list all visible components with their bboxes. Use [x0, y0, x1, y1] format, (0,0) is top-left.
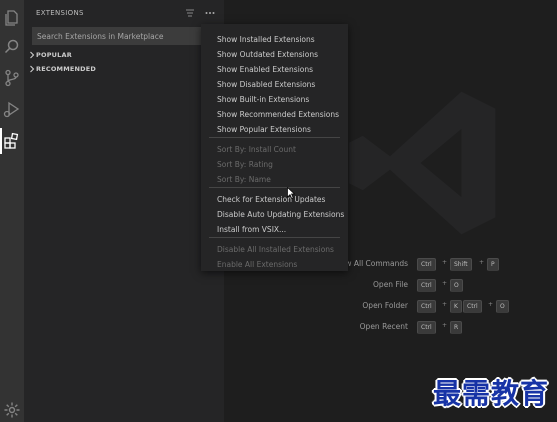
keycap: O	[450, 279, 463, 292]
menu-item[interactable]: Show Installed Extensions	[217, 35, 315, 44]
more-actions-icon[interactable]	[204, 7, 216, 19]
menu-item[interactable]: Show Enabled Extensions	[217, 65, 313, 74]
shortcut-row: Open Folder Ctrl + K Ctrl + O	[224, 300, 557, 313]
keycap: K	[450, 300, 462, 313]
section-recommended[interactable]: RECOMMENDED	[24, 62, 224, 76]
menu-item[interactable]: Show Popular Extensions	[217, 125, 311, 134]
search-icon[interactable]	[2, 37, 22, 57]
section-label: RECOMMENDED	[36, 65, 96, 73]
extensions-sidebar: EXTENSIONS POPULAR RECOMMENDED	[24, 0, 224, 422]
menu-item[interactable]: Show Recommended Extensions	[217, 110, 339, 119]
chevron-right-icon	[28, 50, 36, 60]
run-debug-icon[interactable]	[2, 99, 22, 119]
menu-item: Enable All Extensions	[217, 260, 298, 269]
keycap: Shift	[450, 258, 472, 271]
menu-separator	[209, 137, 340, 138]
menu-item[interactable]: Disable Auto Updating Extensions	[217, 210, 344, 219]
key-separator: +	[479, 259, 485, 266]
menu-item[interactable]: Install from VSIX...	[217, 225, 286, 234]
extensions-more-actions-menu: Show Installed Extensions Show Outdated E…	[201, 24, 348, 271]
keycap: Ctrl	[463, 300, 482, 313]
shortcut-label[interactable]: Open Recent	[360, 322, 408, 331]
keycap: Ctrl	[417, 258, 436, 271]
menu-item: Sort By: Install Count	[217, 145, 296, 154]
chevron-right-icon	[28, 64, 36, 74]
menu-item[interactable]: Check for Extension Updates	[217, 195, 325, 204]
key-separator: +	[442, 301, 448, 308]
shortcut-label[interactable]: Open File	[373, 280, 408, 289]
shortcut-label[interactable]: w All Commands	[345, 259, 408, 268]
menu-item: Sort By: Name	[217, 175, 271, 184]
shortcut-row: Open Recent Ctrl + R	[224, 321, 557, 334]
keycap: R	[450, 321, 463, 334]
key-separator: +	[442, 322, 448, 329]
key-separator: +	[442, 259, 448, 266]
section-popular[interactable]: POPULAR	[24, 48, 224, 62]
keycap: O	[496, 300, 509, 313]
key-separator: +	[488, 301, 494, 308]
menu-item: Disable All Installed Extensions	[217, 245, 334, 254]
menu-item: Sort By: Rating	[217, 160, 273, 169]
section-label: POPULAR	[36, 51, 72, 59]
keycap: P	[487, 258, 499, 271]
menu-item[interactable]: Show Built-in Extensions	[217, 95, 309, 104]
keycap: Ctrl	[417, 279, 436, 292]
menu-separator	[209, 187, 340, 188]
keycap: Ctrl	[417, 300, 436, 313]
filter-list-icon[interactable]	[184, 7, 196, 19]
sidebar-title: EXTENSIONS	[36, 9, 84, 17]
activity-bar	[0, 0, 24, 422]
brand-watermark-text: 最需教育	[433, 377, 550, 410]
menu-item[interactable]: Show Disabled Extensions	[217, 80, 315, 89]
menu-separator	[209, 237, 340, 238]
shortcut-row: Open File Ctrl + O	[224, 279, 557, 292]
settings-gear-icon[interactable]	[2, 400, 22, 420]
key-separator: +	[442, 280, 448, 287]
files-icon[interactable]	[2, 8, 22, 28]
keycap: Ctrl	[417, 321, 436, 334]
source-control-icon[interactable]	[2, 68, 22, 88]
extensions-search-input[interactable]	[32, 27, 210, 45]
menu-item[interactable]: Show Outdated Extensions	[217, 50, 318, 59]
mouse-cursor-icon	[287, 187, 295, 199]
extensions-icon[interactable]	[0, 128, 22, 154]
shortcut-label[interactable]: Open Folder	[362, 301, 408, 310]
